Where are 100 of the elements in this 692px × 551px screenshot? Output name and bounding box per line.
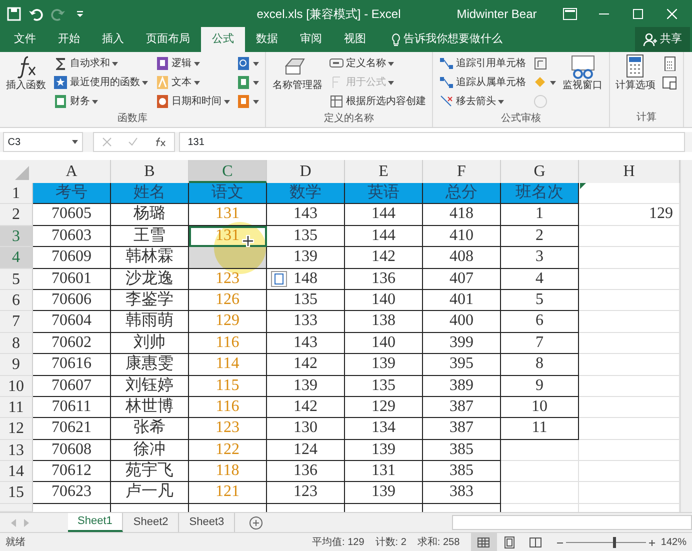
- ribbon-tab[interactable]: 插入: [90, 27, 135, 52]
- vertical-scrollbar[interactable]: [680, 160, 692, 512]
- row-header[interactable]: 6: [0, 290, 33, 312]
- ribbon-tab[interactable]: 数据: [244, 27, 289, 52]
- row-header[interactable]: 4: [0, 247, 33, 269]
- user-name[interactable]: Midwinter Bear: [456, 4, 537, 22]
- table-cell[interactable]: 7: [501, 332, 579, 354]
- table-cell[interactable]: 王雪: [111, 226, 189, 248]
- table-cell[interactable]: 139: [345, 354, 423, 376]
- table-cell[interactable]: 139: [267, 376, 345, 397]
- row-header[interactable]: 14: [0, 461, 33, 482]
- table-cell[interactable]: 2: [501, 226, 579, 248]
- table-cell[interactable]: 134: [345, 418, 423, 440]
- table-cell[interactable]: 407: [423, 268, 501, 290]
- table-cell[interactable]: 70612: [33, 461, 111, 482]
- ribbon-tab[interactable]: 文件: [2, 27, 47, 52]
- column-header[interactable]: C: [189, 160, 267, 183]
- table-cell[interactable]: 70611: [33, 396, 111, 418]
- table-cell[interactable]: 刘帅: [111, 332, 189, 354]
- table-cell[interactable]: 林世博: [111, 396, 189, 418]
- table-cell[interactable]: 5: [501, 290, 579, 312]
- ribbon-button[interactable]: 根据所选内容创建: [327, 92, 428, 111]
- table-cell[interactable]: 385: [423, 461, 501, 482]
- table-cell[interactable]: 70606: [33, 290, 111, 312]
- ribbon-button[interactable]: 自动求和: [50, 54, 150, 73]
- table-cell[interactable]: 70623: [33, 482, 111, 504]
- column-header[interactable]: A: [33, 160, 111, 183]
- row-header[interactable]: 8: [0, 332, 33, 354]
- row-header[interactable]: 12: [0, 418, 33, 440]
- ribbon-button[interactable]: 逻辑: [152, 54, 232, 73]
- ribbon-button[interactable]: 监视窗口: [560, 54, 604, 111]
- ribbon-tab[interactable]: 页面布局: [134, 27, 201, 52]
- add-sheet-icon[interactable]: [249, 516, 264, 530]
- table-cell[interactable]: 韩林霖: [111, 247, 189, 269]
- row-header[interactable]: 2: [0, 204, 33, 226]
- ribbon-button[interactable]: 文本: [152, 73, 232, 92]
- table-cell[interactable]: 129: [345, 396, 423, 418]
- ribbon-button[interactable]: 定义名称: [327, 54, 428, 73]
- table-cell[interactable]: 70604: [33, 311, 111, 333]
- table-cell[interactable]: 杨璐: [111, 204, 189, 226]
- table-cell[interactable]: 144: [345, 226, 423, 248]
- table-cell[interactable]: 135: [345, 376, 423, 397]
- table-cell[interactable]: 康惠雯: [111, 354, 189, 376]
- ribbon-button[interactable]: 名称管理器: [270, 54, 324, 111]
- table-cell[interactable]: 张希: [111, 418, 189, 440]
- table-cell[interactable]: 387: [423, 396, 501, 418]
- table-cell[interactable]: 130: [267, 418, 345, 440]
- ribbon-button[interactable]: 移去箭头: [437, 92, 528, 111]
- row-header[interactable]: 13: [0, 440, 33, 462]
- column-header[interactable]: G: [501, 160, 579, 183]
- table-cell[interactable]: 70607: [33, 376, 111, 397]
- row-header[interactable]: 1: [0, 183, 33, 204]
- table-cell[interactable]: 70609: [33, 247, 111, 269]
- table-cell[interactable]: 138: [345, 311, 423, 333]
- table-cell[interactable]: 4: [501, 268, 579, 290]
- column-header[interactable]: D: [267, 160, 345, 183]
- table-cell[interactable]: 135: [267, 226, 345, 248]
- table-cell[interactable]: 70608: [33, 440, 111, 462]
- ribbon-button[interactable]: 追踪引用单元格: [437, 54, 528, 73]
- table-cell[interactable]: 徐冲: [111, 440, 189, 462]
- row-header[interactable]: 3: [0, 226, 33, 248]
- table-cell[interactable]: 135: [267, 290, 345, 312]
- table-cell[interactable]: 139: [345, 482, 423, 504]
- table-cell[interactable]: 410: [423, 226, 501, 248]
- table-cell[interactable]: 70603: [33, 226, 111, 248]
- ribbon-button[interactable]: 计算选项: [614, 54, 658, 92]
- table-cell[interactable]: 卢一凡: [111, 482, 189, 504]
- view-button[interactable]: [470, 533, 497, 551]
- ribbon-button[interactable]: 日期和时间: [152, 92, 232, 111]
- table-cell[interactable]: 143: [267, 204, 345, 226]
- table-cell[interactable]: 136: [345, 268, 423, 290]
- table-cell[interactable]: 124: [267, 440, 345, 462]
- row-header[interactable]: 15: [0, 482, 33, 504]
- table-cell[interactable]: 8: [501, 354, 579, 376]
- table-cell[interactable]: 389: [423, 376, 501, 397]
- table-cell[interactable]: 3: [501, 247, 579, 269]
- table-cell[interactable]: 70601: [33, 268, 111, 290]
- row-header[interactable]: 7: [0, 311, 33, 333]
- table-cell[interactable]: 142: [267, 354, 345, 376]
- table-cell[interactable]: 143: [267, 332, 345, 354]
- table-cell[interactable]: 387: [423, 418, 501, 440]
- column-header[interactable]: H: [579, 160, 680, 183]
- table-cell[interactable]: 401: [423, 290, 501, 312]
- zoom-slider-thumb[interactable]: [613, 537, 616, 548]
- row-header[interactable]: 11: [0, 396, 33, 418]
- table-cell[interactable]: 韩雨萌: [111, 311, 189, 333]
- row-header[interactable]: 10: [0, 376, 33, 397]
- row-header[interactable]: 5: [0, 268, 33, 290]
- table-cell[interactable]: 385: [423, 440, 501, 462]
- selected-cell[interactable]: [189, 247, 267, 269]
- table-cell[interactable]: 6: [501, 311, 579, 333]
- paste-options-icon[interactable]: [271, 271, 287, 287]
- ribbon-tab[interactable]: 公式: [200, 27, 245, 52]
- table-cell[interactable]: 刘钰婷: [111, 376, 189, 397]
- table-cell[interactable]: 142: [267, 396, 345, 418]
- ribbon-tab[interactable]: 开始: [46, 27, 91, 52]
- table-cell[interactable]: 399: [423, 332, 501, 354]
- table-cell[interactable]: 144: [345, 204, 423, 226]
- table-cell[interactable]: 70621: [33, 418, 111, 440]
- table-cell[interactable]: 131: [345, 461, 423, 482]
